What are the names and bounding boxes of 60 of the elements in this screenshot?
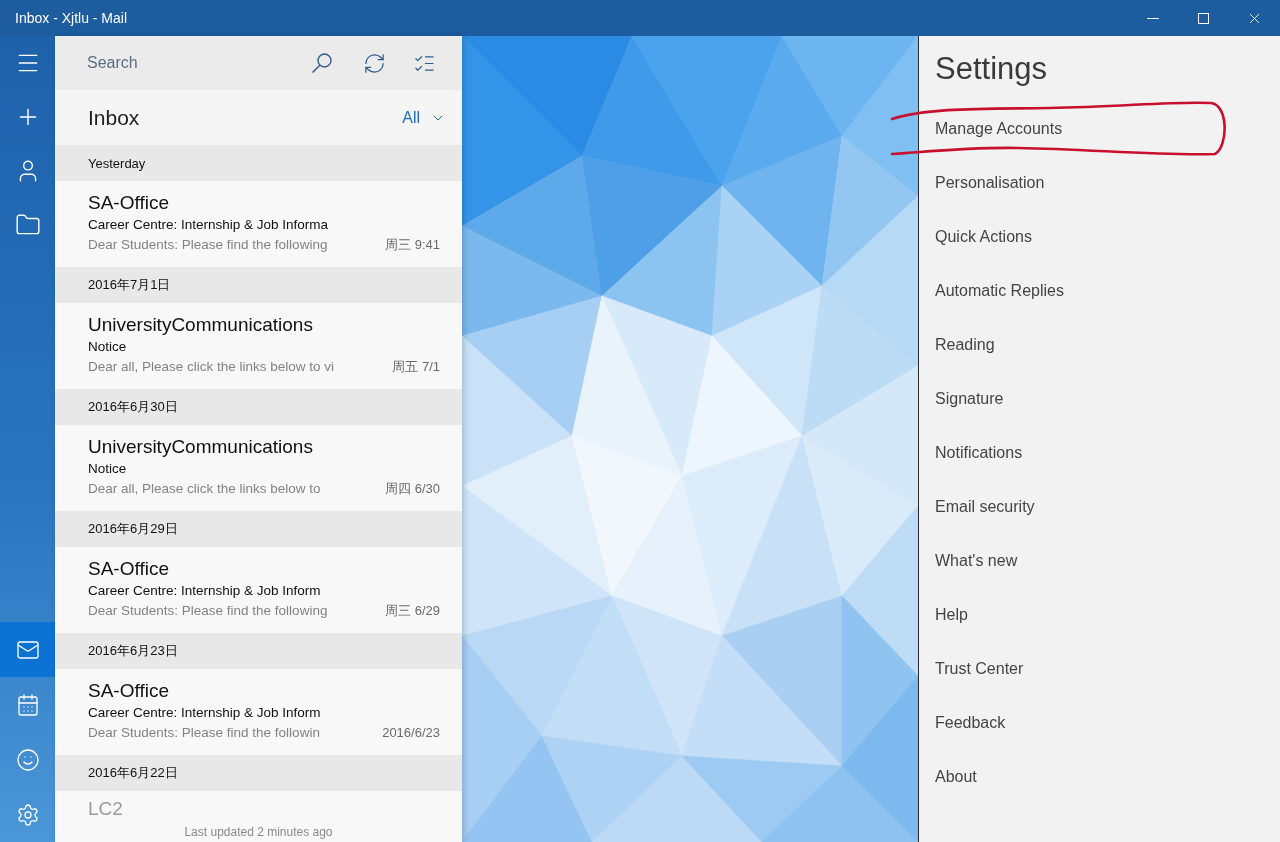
settings-menu-item[interactable]: What's new — [935, 550, 1018, 572]
settings-menu-item[interactable]: Manage Accounts — [935, 118, 1063, 140]
settings-menu-item[interactable]: Quick Actions — [935, 226, 1032, 248]
message-sender: SA-Office — [88, 557, 169, 581]
message-sender: UniversityCommunications — [88, 313, 313, 337]
message-item[interactable]: UniversityCommunications Notice Dear all, Please click the links below to vi 周五 7/1 — [55, 303, 462, 389]
settings-menu-item[interactable]: Email security — [935, 496, 1035, 518]
message-sender: LC2 — [88, 797, 123, 821]
window-title: Inbox - Xjtlu - Mail — [15, 10, 128, 26]
settings-menu-item[interactable]: Signature — [935, 388, 1004, 410]
date-group-header: 2016年6月29日 — [55, 511, 462, 547]
message-sender: SA-Office — [88, 679, 169, 703]
settings-menu-item[interactable]: About — [935, 766, 977, 788]
date-group-header: Yesterday — [55, 145, 462, 181]
message-preview: Dear Students: Please find the followin — [88, 724, 320, 742]
message-subject: Career Centre: Internship & Job Inform — [88, 582, 321, 600]
settings-menu-item[interactable]: Trust Center — [935, 658, 1024, 680]
date-group-header: 2016年6月22日 — [55, 755, 462, 791]
message-preview: Dear Students: Please find the following — [88, 602, 328, 620]
message-subject: Notice — [88, 338, 127, 356]
filter-dropdown[interactable]: All — [400, 104, 448, 131]
message-sender: SA-Office — [88, 191, 169, 215]
message-subject: Career Centre: Internship & Job Informa — [88, 216, 329, 234]
message-date: 周五 7/1 — [392, 358, 440, 376]
message-preview: Dear all, Please click the links below to — [88, 480, 321, 498]
search-field[interactable]: Search — [55, 36, 296, 90]
settings-menu-item[interactable]: Notifications — [935, 442, 1023, 464]
settings-menu-item[interactable]: Reading — [935, 334, 995, 356]
selection-mode-button[interactable] — [400, 36, 462, 90]
message-item[interactable]: SA-Office Career Centre: Internship & Job Inform Dear Students: Please find the following 周三 6/29 — [55, 547, 462, 633]
settings-menu-item[interactable]: Personalisation — [935, 172, 1045, 194]
folder-title: Inbox — [88, 105, 140, 130]
sync-icon — [362, 51, 386, 75]
smiley-icon — [15, 747, 40, 772]
date-group-header: 2016年6月30日 — [55, 389, 462, 425]
settings-menu-item[interactable]: Help — [935, 604, 968, 626]
message-item[interactable]: UniversityCommunications Notice Dear all, Please click the links below to 周四 6/30 — [55, 425, 462, 511]
message-date: 2016/6/23 — [382, 724, 440, 742]
settings-title: Settings — [935, 51, 1047, 87]
maximize-icon — [1198, 12, 1209, 24]
date-group-header: 2016年6月23日 — [55, 633, 462, 669]
message-sender: UniversityCommunications — [88, 435, 313, 459]
settings-menu-item[interactable]: Feedback — [935, 712, 1006, 734]
message-subject: Career Centre: Internship & Job Inform — [88, 704, 321, 722]
message-date: 周三 9:41 — [385, 236, 440, 254]
message-item[interactable]: SA-Office Career Centre: Internship & Job Informa Dear Students: Please find the following 周三 9:41 — [55, 181, 462, 267]
date-group-header: 2016年7月1日 — [55, 267, 462, 303]
message-subject: Notice — [88, 460, 127, 478]
mail-button[interactable] — [0, 622, 55, 677]
message-preview: Dear Students: Please find the following — [88, 236, 328, 254]
message-preview: Dear all, Please click the links below to vi — [88, 358, 335, 376]
minimize-icon — [1146, 17, 1159, 19]
message-date: 周四 6/30 — [385, 480, 440, 498]
calendar-icon — [15, 692, 40, 717]
search-icon — [311, 52, 333, 74]
message-date: 周三 6/29 — [385, 602, 440, 620]
message-item[interactable]: SA-Office Career Centre: Internship & Job Inform Dear Students: Please find the followin 2016/6/23 — [55, 669, 462, 755]
sync-status-text: Last updated 2 minutes ago — [184, 825, 333, 839]
settings-menu-item[interactable]: Automatic Replies — [935, 280, 1064, 302]
settings-icon — [15, 802, 40, 827]
